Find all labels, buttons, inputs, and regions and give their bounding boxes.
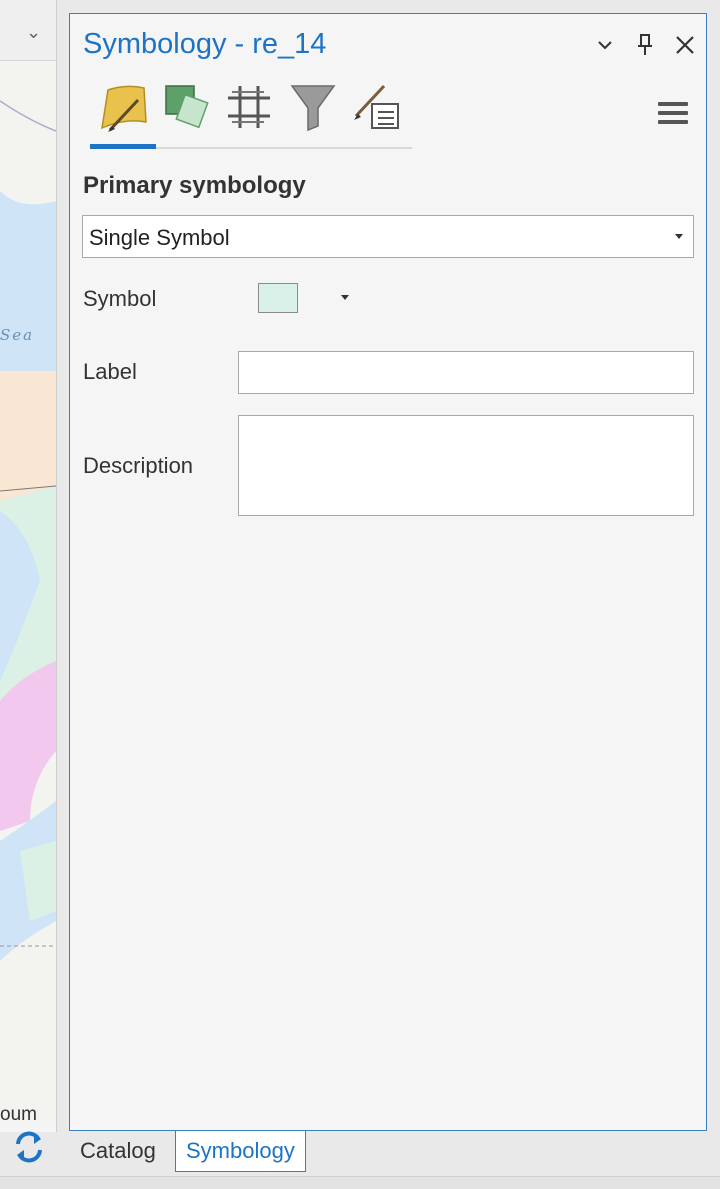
vary-symbology-icon[interactable] bbox=[160, 82, 214, 136]
chevron-down-icon[interactable]: ⌄ bbox=[26, 22, 41, 43]
tab-catalog[interactable]: Catalog bbox=[80, 1131, 156, 1171]
symbol-dropdown-arrow-icon[interactable] bbox=[341, 295, 349, 300]
symbol-label: Symbol bbox=[83, 286, 157, 311]
label-input[interactable] bbox=[238, 351, 694, 394]
symbol-layer-drawing-icon[interactable] bbox=[224, 82, 278, 136]
map-view[interactable]: ⌄ Sea oum bbox=[0, 0, 57, 1132]
tab-symbology[interactable]: Symbology bbox=[175, 1131, 306, 1172]
dock-tab-strip: Catalog Symbology bbox=[69, 1131, 329, 1172]
menu-icon[interactable] bbox=[658, 102, 688, 126]
symbology-properties-icon[interactable] bbox=[352, 82, 406, 136]
primary-symbology-icon[interactable] bbox=[98, 82, 152, 136]
status-bar bbox=[0, 1176, 720, 1189]
pane-controls bbox=[594, 32, 696, 58]
map-header: ⌄ bbox=[0, 0, 56, 61]
filter-icon[interactable] bbox=[288, 82, 342, 136]
dropdown-arrow-icon bbox=[675, 234, 683, 239]
symbology-pane: Symbology - re_14 Primary symbology Sing… bbox=[69, 13, 707, 1131]
chevron-down-icon[interactable] bbox=[594, 32, 616, 58]
map-canvas[interactable] bbox=[0, 61, 56, 1121]
description-field-label: Description bbox=[83, 453, 194, 478]
renderer-dropdown-value: Single Symbol bbox=[89, 225, 230, 250]
label-field-label: Label bbox=[83, 359, 137, 384]
primary-symbology-heading: Primary symbology bbox=[83, 172, 306, 199]
symbol-swatch[interactable] bbox=[258, 283, 298, 313]
map-place-label: oum bbox=[0, 1104, 37, 1125]
active-tab-indicator bbox=[90, 144, 156, 149]
pin-icon[interactable] bbox=[634, 32, 656, 58]
description-textarea[interactable] bbox=[238, 415, 694, 516]
symbology-tab-bar bbox=[90, 82, 412, 152]
renderer-dropdown[interactable]: Single Symbol bbox=[82, 215, 694, 258]
close-icon[interactable] bbox=[674, 32, 696, 58]
pane-title: Symbology - re_14 bbox=[83, 28, 327, 60]
refresh-icon[interactable] bbox=[12, 1126, 46, 1166]
map-sea-label: Sea bbox=[0, 326, 35, 344]
